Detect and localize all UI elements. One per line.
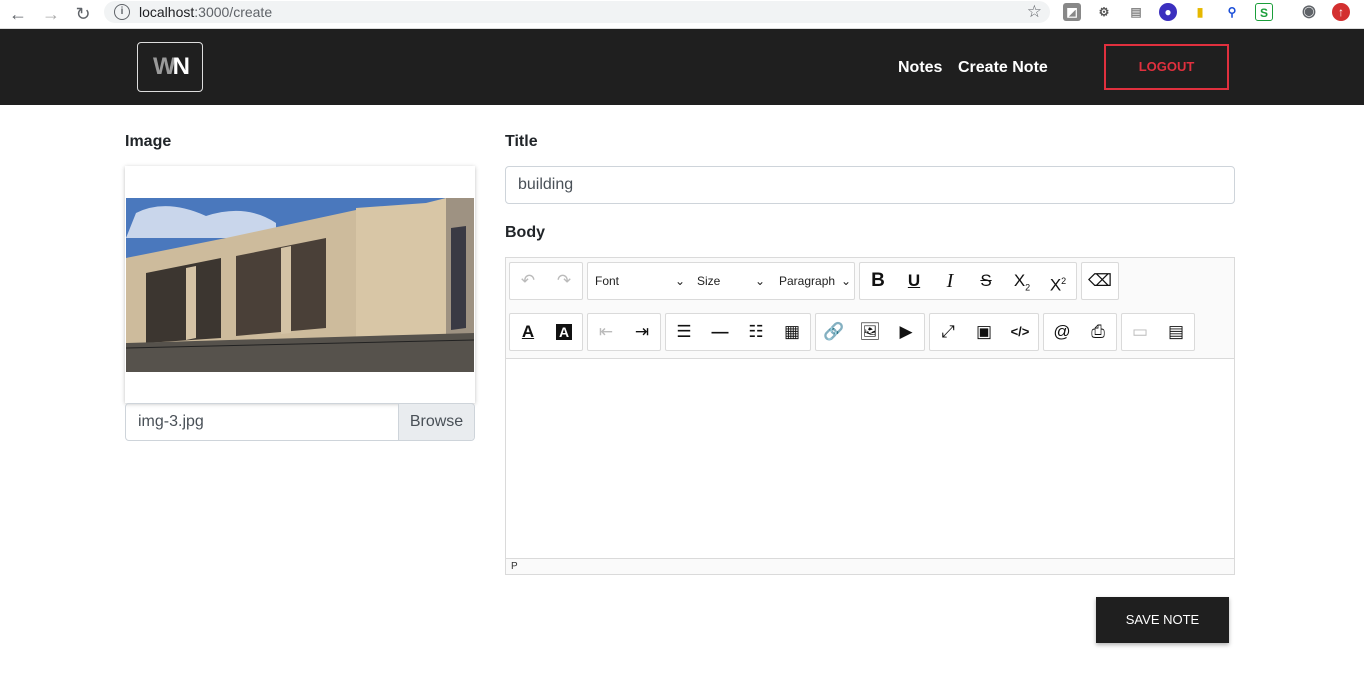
underline-icon[interactable]: U xyxy=(896,263,932,299)
preview-group: @ ⎙ xyxy=(1043,313,1117,351)
nav-notes-link[interactable]: Notes xyxy=(898,59,942,77)
undo-icon[interactable]: ↶ xyxy=(510,263,546,299)
editor-content-area[interactable] xyxy=(506,358,1234,558)
building-photo xyxy=(126,198,474,372)
image-label: Image xyxy=(125,133,172,150)
file-name-text: img-3.jpg xyxy=(138,413,204,430)
indent-icon[interactable]: ⇥ xyxy=(624,314,660,350)
text-style-group: B U I S X2 X2 xyxy=(859,262,1077,300)
strikethrough-icon[interactable]: S xyxy=(968,263,1004,299)
save-template-group: ▭ ▤ xyxy=(1121,313,1195,351)
editor-status-bar: P xyxy=(506,558,1234,574)
extension-icon[interactable]: ◩ xyxy=(1063,3,1081,21)
font-color-icon[interactable]: A xyxy=(510,314,546,350)
reload-icon[interactable]: ↻ xyxy=(71,2,95,26)
info-icon[interactable]: i xyxy=(114,4,130,20)
profile-icon[interactable]: ◉ xyxy=(1300,3,1318,21)
superscript-icon[interactable]: X2 xyxy=(1040,263,1076,299)
image-icon[interactable]: 🖼 xyxy=(852,314,888,350)
extension-gear-icon[interactable]: ⚙ xyxy=(1095,3,1113,21)
address-bar[interactable]: i localhost:3000/create ☆ xyxy=(104,1,1050,23)
highlight-color-icon[interactable]: A xyxy=(546,314,582,350)
extension-s-icon[interactable]: S xyxy=(1255,3,1273,21)
update-icon[interactable]: ↑ xyxy=(1332,3,1350,21)
image-preview-card xyxy=(125,166,475,403)
rich-text-editor: ↶ ↷ Font ⌄ Size ⌄ Paragraph ⌄ B U I S X2 X2… xyxy=(505,257,1235,575)
template-icon[interactable]: ▤ xyxy=(1158,314,1194,350)
code-view-icon[interactable]: </> xyxy=(1002,314,1038,350)
image-preview xyxy=(126,198,474,372)
body-label: Body xyxy=(505,224,545,241)
redo-icon[interactable]: ↷ xyxy=(546,263,582,299)
clear-format-group: ⌫ xyxy=(1081,262,1119,300)
history-group: ↶ ↷ xyxy=(509,262,583,300)
extension-reader-icon[interactable]: ▤ xyxy=(1127,3,1145,21)
format-select-group: Font ⌄ Size ⌄ Paragraph ⌄ xyxy=(587,262,855,300)
outdent-icon[interactable]: ⇤ xyxy=(588,314,624,350)
extension-globe-icon[interactable]: ● xyxy=(1159,3,1177,21)
forward-icon[interactable]: → xyxy=(39,2,63,26)
extension-flag-icon[interactable]: ▮ xyxy=(1191,3,1209,21)
horizontal-rule-icon[interactable]: — xyxy=(702,314,738,350)
image-file-input[interactable]: img-3.jpg Browse xyxy=(125,403,475,441)
eraser-icon[interactable]: ⌫ xyxy=(1082,263,1118,299)
url-text[interactable]: localhost:3000/create xyxy=(139,4,272,20)
size-select[interactable]: Size ⌄ xyxy=(697,263,767,299)
block-group: ☰ — ☷ ▦ xyxy=(665,313,811,351)
browse-button[interactable]: Browse xyxy=(398,404,474,440)
back-icon[interactable]: ← xyxy=(6,2,30,26)
show-blocks-icon[interactable]: ▣ xyxy=(966,314,1002,350)
browser-toolbar: ← → ↻ i localhost:3000/create ☆ ◩ ⚙ ▤ ● … xyxy=(0,0,1364,29)
title-label: Title xyxy=(505,133,538,150)
editor-toolbar-row-1: ↶ ↷ Font ⌄ Size ⌄ Paragraph ⌄ B U I S X2 X2… xyxy=(509,262,1233,300)
view-group: ⤢ ▣ </> xyxy=(929,313,1039,351)
insert-group: 🔗 🖼 ▶ xyxy=(815,313,925,351)
print-icon[interactable]: ⎙ xyxy=(1080,314,1116,350)
chevron-down-icon: ⌄ xyxy=(674,274,685,288)
video-icon[interactable]: ▶ xyxy=(888,314,924,350)
fullscreen-icon[interactable]: ⤢ xyxy=(930,314,966,350)
preview-icon[interactable]: @ xyxy=(1044,314,1080,350)
editor-toolbar-row-2: A A ⇤ ⇥ ☰ — ☷ ▦ 🔗 🖼 ▶ ⤢ ▣ </> @ ⎙ ▭ ▤ xyxy=(509,313,1233,351)
paragraph-select[interactable]: Paragraph ⌄ xyxy=(779,263,853,299)
color-group: A A xyxy=(509,313,583,351)
extension-search-icon[interactable]: ⚲ xyxy=(1223,3,1241,21)
align-left-icon[interactable]: ☰ xyxy=(666,314,702,350)
indent-group: ⇤ ⇥ xyxy=(587,313,661,351)
ordered-list-icon[interactable]: ☷ xyxy=(738,314,774,350)
chevron-down-icon: ⌄ xyxy=(754,274,765,288)
font-select[interactable]: Font ⌄ xyxy=(595,263,687,299)
app-header: WN Notes Create Note LOGOUT xyxy=(0,29,1364,105)
link-icon[interactable]: 🔗 xyxy=(816,314,852,350)
bold-icon[interactable]: B xyxy=(860,263,896,299)
logout-button[interactable]: LOGOUT xyxy=(1104,44,1229,90)
title-value: building xyxy=(518,176,574,193)
italic-icon[interactable]: I xyxy=(932,263,968,299)
subscript-icon[interactable]: X2 xyxy=(1004,263,1040,299)
nav-create-note-link[interactable]: Create Note xyxy=(958,59,1048,77)
save-icon[interactable]: ▭ xyxy=(1122,314,1158,350)
title-input[interactable]: building xyxy=(505,166,1235,204)
save-note-button[interactable]: SAVE NOTE xyxy=(1096,597,1229,643)
table-icon[interactable]: ▦ xyxy=(774,314,810,350)
bookmark-star-icon[interactable]: ☆ xyxy=(1027,1,1042,23)
chevron-down-icon: ⌄ xyxy=(840,274,851,288)
logo[interactable]: WN xyxy=(137,42,203,92)
